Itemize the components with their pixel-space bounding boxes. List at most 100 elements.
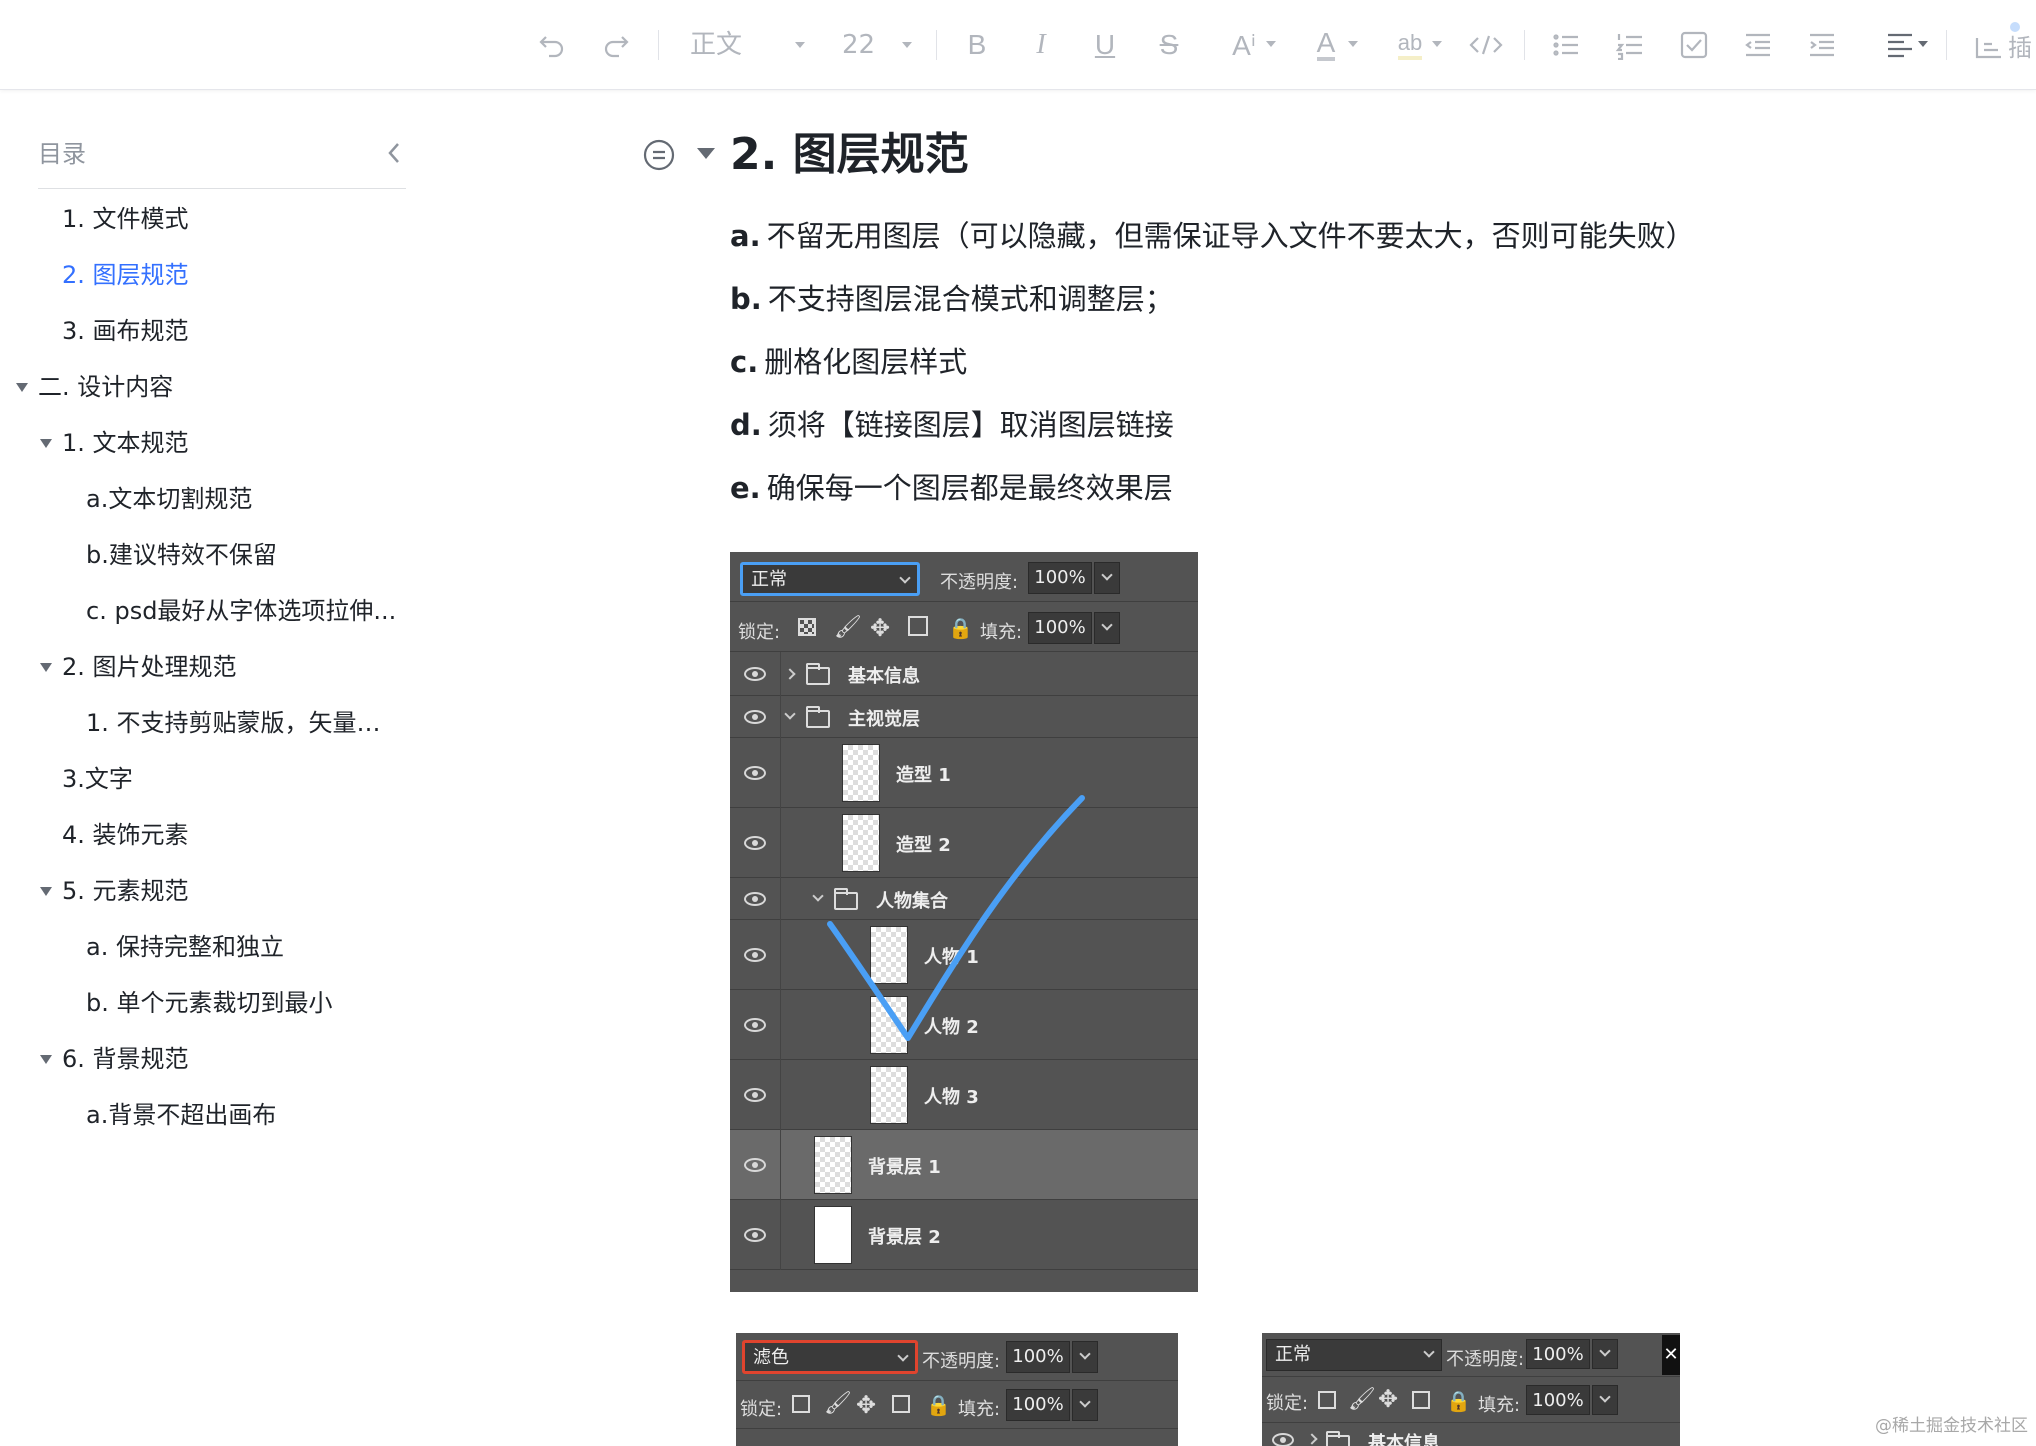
lock-move-icon[interactable]: ✥ (856, 1391, 876, 1419)
paragraph-style-value: 正文 (690, 30, 743, 60)
toc-item[interactable]: 3. 画布规范 (62, 311, 189, 351)
toc-item[interactable]: b. 单个元素裁切到最小 (86, 983, 333, 1023)
ps-fill-value[interactable]: 100% (1028, 612, 1092, 644)
layer-thumbnail (842, 814, 880, 872)
redo-button[interactable] (596, 22, 636, 68)
block-menu-button[interactable] (642, 138, 676, 172)
toc-item[interactable]: b.建议特效不保留 (86, 535, 277, 575)
toc-expand-toggle[interactable] (40, 439, 52, 448)
underline-button[interactable]: U (1088, 22, 1122, 68)
collapse-sidebar-button[interactable] (382, 138, 406, 168)
lock-artboard-icon[interactable] (908, 616, 928, 636)
lock-paint-icon[interactable]: 🖌 (834, 615, 862, 640)
lock-transparent-icon[interactable] (798, 618, 816, 636)
toc-item[interactable]: 1. 文件模式 (62, 199, 189, 239)
chevron-right-icon[interactable] (1306, 1433, 1318, 1445)
toc-expand-toggle[interactable] (16, 383, 28, 392)
ps-layer-row[interactable] (730, 808, 1198, 878)
toc-item[interactable]: 3.文字 (62, 759, 133, 799)
ps-opacity-value[interactable]: 100% (1006, 1341, 1070, 1373)
toc-item[interactable]: 二. 设计内容 (38, 367, 173, 407)
ps-layer-row[interactable] (730, 738, 1198, 808)
visibility-eye-icon[interactable] (744, 667, 766, 681)
visibility-eye-icon[interactable] (744, 766, 766, 780)
ordered-list-button[interactable] (1612, 22, 1648, 68)
toc-expand-toggle[interactable] (40, 1055, 52, 1064)
toc-item[interactable]: 2. 图片处理规范 (62, 647, 237, 687)
lock-move-icon[interactable]: ✥ (870, 614, 890, 642)
lock-paint-icon[interactable]: 🖌 (824, 1391, 852, 1416)
visibility-eye-icon[interactable] (744, 892, 766, 906)
paragraph-prefix: c. (730, 345, 759, 379)
lock-paint-icon[interactable]: 🖌 (1348, 1387, 1376, 1412)
ps-opacity-dropdown[interactable] (1072, 1341, 1098, 1373)
toc-item[interactable]: a. 保持完整和独立 (86, 927, 284, 967)
ps-fill-value[interactable]: 100% (1526, 1385, 1590, 1415)
lock-artboard-icon[interactable] (892, 1395, 910, 1413)
highlight-icon: ab (1397, 30, 1423, 60)
ps-fill-dropdown[interactable] (1094, 612, 1120, 644)
watermark: @稀土掘金技术社区 (1875, 1416, 2028, 1436)
ps-panel-close-icon[interactable]: ✕ (1662, 1335, 1680, 1375)
toc-expand-toggle[interactable] (40, 887, 52, 896)
visibility-eye-icon[interactable] (744, 1158, 766, 1172)
paragraph-style-select[interactable]: 正文 (690, 26, 805, 64)
lock-transparent-icon[interactable] (1318, 1391, 1336, 1409)
lock-transparent-icon[interactable] (792, 1395, 810, 1413)
font-size-adjust-button[interactable]: Aⁱ (1214, 22, 1276, 68)
paragraph-text: 须将【链接图层】取消图层链接 (767, 408, 1174, 442)
inline-code-button[interactable] (1466, 22, 1506, 68)
collapse-heading-toggle[interactable] (697, 148, 715, 159)
lock-artboard-icon[interactable] (1412, 1391, 1430, 1409)
ps-layer-row[interactable] (730, 1200, 1198, 1270)
visibility-eye-icon[interactable] (744, 1088, 766, 1102)
checklist-button[interactable] (1676, 22, 1712, 68)
visibility-eye-icon[interactable] (744, 1018, 766, 1032)
lock-all-icon[interactable]: 🔒 (926, 1393, 951, 1417)
ps-layer-row[interactable] (730, 696, 1198, 738)
font-size-select[interactable]: 22 (842, 26, 912, 64)
visibility-eye-icon[interactable] (1272, 1433, 1294, 1446)
ps-layer-row[interactable] (730, 652, 1198, 696)
ps-opacity-dropdown[interactable] (1094, 562, 1120, 594)
outdent-button[interactable] (1740, 22, 1776, 68)
toc-item[interactable]: 5. 元素规范 (62, 871, 189, 911)
visibility-eye-icon[interactable] (744, 1228, 766, 1242)
toc-item[interactable]: 1. 不支持剪贴蒙版，矢量图... (86, 703, 400, 743)
ps-fill-value[interactable]: 100% (1006, 1389, 1070, 1421)
highlight-color-button[interactable]: ab (1380, 22, 1442, 68)
toc-expand-toggle[interactable] (40, 663, 52, 672)
ps-opacity-value[interactable]: 100% (1526, 1339, 1590, 1369)
align-button[interactable] (1872, 22, 1928, 68)
toc-item[interactable]: 1. 文本规范 (62, 423, 189, 463)
bold-button[interactable]: B (960, 22, 994, 68)
ps-opacity-dropdown[interactable] (1592, 1339, 1618, 1369)
ps-fill-dropdown[interactable] (1592, 1385, 1618, 1415)
toc-item[interactable]: a.文本切割规范 (86, 479, 252, 519)
ps-opacity-value[interactable]: 100% (1028, 562, 1092, 594)
ps-blend-mode-select[interactable]: 正常 (1266, 1339, 1442, 1371)
text-color-button[interactable]: A (1296, 22, 1358, 68)
ps-blend-mode-select[interactable]: 滤色 (742, 1340, 918, 1374)
lock-all-icon[interactable]: 🔒 (1446, 1389, 1471, 1413)
visibility-eye-icon[interactable] (744, 710, 766, 724)
toc-item[interactable]: 2. 图层规范 (62, 255, 189, 295)
ps-layer-row[interactable] (730, 1130, 1198, 1200)
ps-layer-row[interactable] (730, 878, 1198, 920)
bullet-list-button[interactable] (1548, 22, 1584, 68)
italic-button[interactable]: I (1024, 22, 1058, 68)
ps-blend-mode-select[interactable]: 正常 (740, 562, 920, 596)
strikethrough-button[interactable]: S (1152, 22, 1186, 68)
toc-item[interactable]: 6. 背景规范 (62, 1039, 189, 1079)
lock-move-icon[interactable]: ✥ (1378, 1385, 1398, 1413)
undo-button[interactable] (532, 22, 572, 68)
lock-all-icon[interactable]: 🔒 (948, 616, 973, 640)
toc-item[interactable]: a.背景不超出画布 (86, 1095, 276, 1135)
ps-fill-dropdown[interactable] (1072, 1389, 1098, 1421)
toc-item[interactable]: 4. 装饰元素 (62, 815, 189, 855)
indent-button[interactable] (1804, 22, 1840, 68)
visibility-eye-icon[interactable] (744, 836, 766, 850)
visibility-eye-icon[interactable] (744, 948, 766, 962)
insert-button[interactable]: 插 (1974, 22, 2036, 68)
toc-item[interactable]: c. psd最好从字体选项拉伸... (86, 591, 396, 631)
